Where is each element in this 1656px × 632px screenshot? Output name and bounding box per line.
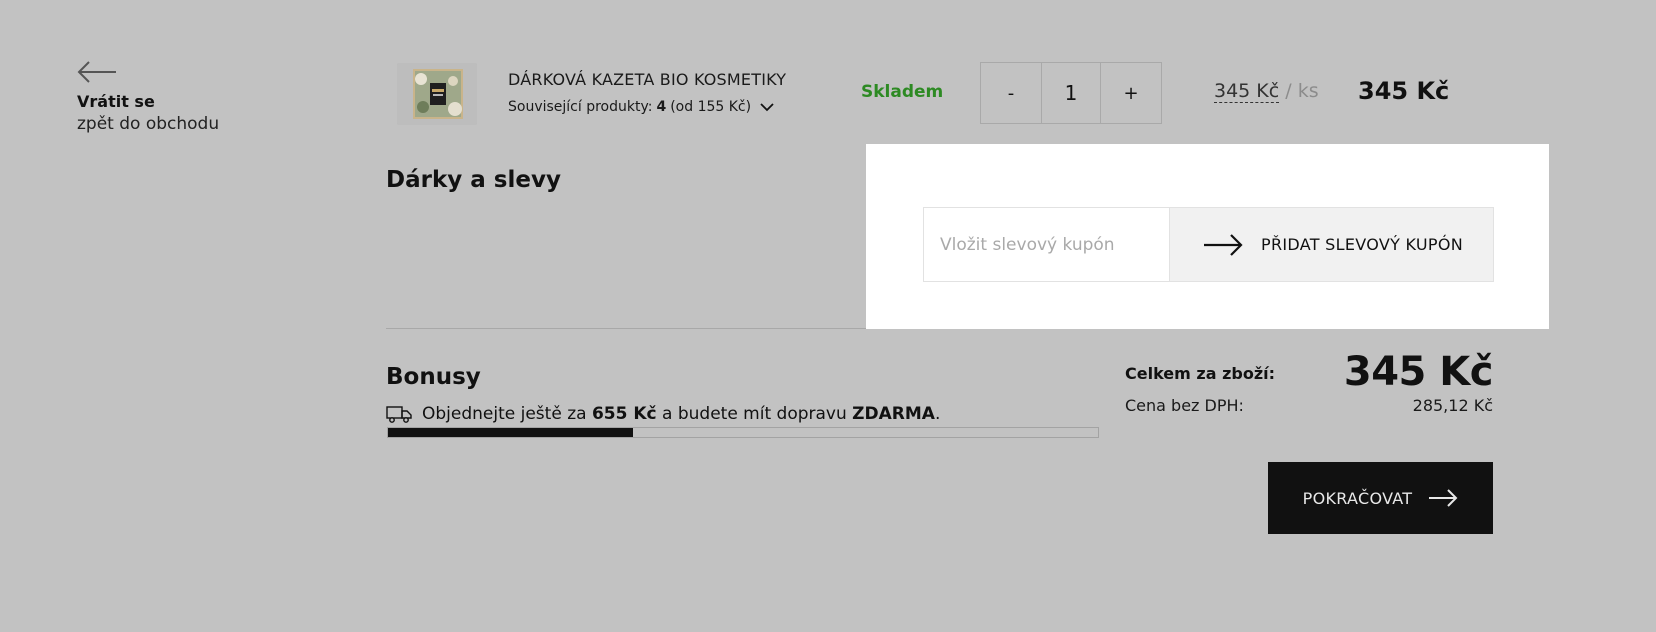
line-total: 345 Kč [1358, 77, 1450, 105]
related-from-price: (od 155 Kč) [670, 99, 752, 115]
arrow-left-icon [77, 61, 116, 83]
total-value: 345 Kč [1343, 349, 1494, 395]
chevron-down-icon [760, 103, 774, 112]
add-coupon-button[interactable]: PŘIDAT SLEVOVÝ KUPÓN [1169, 208, 1493, 281]
continue-button[interactable]: POKRAČOVAT [1268, 462, 1493, 534]
coupon-panel: PŘIDAT SLEVOVÝ KUPÓN [866, 144, 1549, 329]
gifts-heading: Dárky a slevy [386, 167, 561, 193]
ship-text-before: Objednejte ještě za [422, 404, 587, 424]
related-label: Související produkty: [508, 99, 653, 115]
qty-increase-button[interactable]: + [1101, 63, 1161, 123]
bonus-heading: Bonusy [386, 364, 481, 390]
truck-icon [386, 406, 412, 423]
arrow-right-icon [1429, 489, 1458, 507]
free-shipping-message: Objednejte ještě za 655 Kč a budete mít … [386, 404, 940, 424]
qty-input[interactable]: 1 [1041, 63, 1101, 123]
progress-fill [388, 428, 633, 437]
related-count: 4 [656, 99, 667, 115]
ship-free: ZDARMA [852, 404, 935, 424]
ship-text-end: . [934, 404, 941, 424]
net-price-label: Cena bez DPH: [1125, 396, 1244, 415]
product-name[interactable]: DÁRKOVÁ KAZETA BIO KOSMETIKY [508, 70, 786, 89]
free-shipping-progress [387, 427, 1099, 438]
quantity-stepper[interactable]: - 1 + [980, 62, 1162, 124]
unit-label: ks [1297, 80, 1319, 102]
continue-label: POKRAČOVAT [1302, 488, 1413, 508]
related-products-toggle[interactable]: Související produkty: 4 (od 155 Kč) [508, 99, 775, 115]
coupon-input[interactable] [924, 208, 1169, 281]
ship-text-middle: a budete mít dopravu [662, 404, 847, 424]
add-coupon-label: PŘIDAT SLEVOVÝ KUPÓN [1261, 235, 1464, 254]
product-image [397, 63, 477, 125]
net-price-value: 285,12 Kč [1412, 396, 1493, 415]
unit-price: 345 Kč / ks [1214, 80, 1319, 103]
coupon-form: PŘIDAT SLEVOVÝ KUPÓN [923, 207, 1494, 282]
ship-amount: 655 Kč [591, 404, 657, 424]
back-subtitle: zpět do obchodu [77, 114, 220, 134]
back-to-shop-link[interactable]: Vrátit se zpět do obchodu [77, 60, 277, 134]
qty-decrease-button[interactable]: - [981, 63, 1041, 123]
back-title: Vrátit se [77, 92, 155, 111]
unit-separator: / [1279, 80, 1298, 102]
unit-price-value: 345 Kč [1214, 80, 1280, 103]
stock-status: Skladem [861, 82, 944, 102]
arrow-right-icon [1204, 233, 1243, 256]
section-divider [386, 328, 866, 329]
product-thumbnail[interactable] [397, 63, 477, 125]
total-label: Celkem za zboží: [1125, 364, 1276, 383]
